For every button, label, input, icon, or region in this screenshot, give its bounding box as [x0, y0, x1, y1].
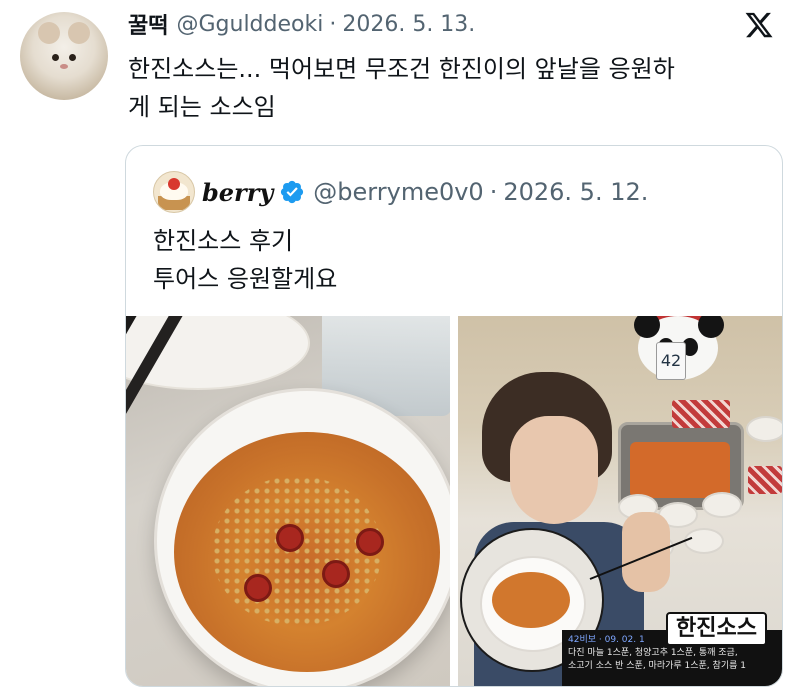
quote-text-line-1: 한진소스 후기 — [153, 227, 294, 255]
avatar-ear-left — [38, 22, 60, 44]
photo-label-hanjin-sauce: 한진소스 — [666, 612, 767, 646]
avatar-eye-left — [52, 54, 59, 61]
quote-author-avatar[interactable] — [153, 171, 195, 213]
photo-sesame-seeds — [212, 476, 382, 626]
avatar-nose — [60, 64, 68, 69]
quote-handle[interactable]: @berryme0v0 — [313, 178, 483, 206]
quote-display-name[interactable]: berry — [202, 178, 273, 207]
panda-ear — [698, 316, 724, 338]
avatar-eye-right — [69, 54, 76, 61]
memo-line-1: 다진 마늘 1스푼, 청양고추 1스푼, 통깨 조금, — [568, 648, 738, 658]
quote-photo-sauce-bowl[interactable] — [126, 316, 450, 686]
quote-text: 한진소스 후기 투어스 응원할게요 — [153, 222, 337, 298]
tweet-text-line-2: 게 되는 소스임 — [128, 93, 276, 121]
photo-side-bowl — [702, 492, 742, 518]
photo-side-bowl — [746, 416, 782, 442]
tweet-date[interactable]: 2026. 5. 13. — [342, 12, 475, 37]
author-handle[interactable]: @Ggulddeoki — [176, 12, 323, 37]
tweet-text-line-1: 한진소스는... 먹어보면 무조건 한진이의 앞날을 응원하 — [128, 55, 675, 83]
photo-number-card: 42 — [656, 342, 686, 380]
author-avatar[interactable] — [20, 12, 108, 100]
quote-header: berry @berryme0v0 · 2026. 5. 12. — [202, 175, 648, 209]
pudding-cherry — [168, 178, 180, 190]
verified-badge-icon — [281, 180, 304, 204]
photo-hotpot-soup — [630, 442, 730, 498]
photo-meat-plate — [748, 466, 782, 494]
photo-chili-slice — [276, 524, 304, 552]
avatar-ear-right — [68, 22, 90, 44]
quote-text-line-2: 투어스 응원할게요 — [153, 265, 338, 293]
photo-chili-slice — [322, 560, 350, 588]
quote-separator: · — [489, 178, 498, 206]
zoom-sauce — [492, 572, 570, 628]
photo-peace-sign-hand — [622, 512, 670, 592]
quoted-tweet-card[interactable]: berry @berryme0v0 · 2026. 5. 12. 한진소스 후기… — [125, 145, 783, 687]
photo-chili-slice — [356, 528, 384, 556]
photo-chili-slice — [244, 574, 272, 602]
tweet-text: 한진소스는... 먹어보면 무조건 한진이의 앞날을 응원하 게 되는 소스임 — [128, 50, 778, 126]
header-separator: · — [329, 11, 337, 37]
photo-meat-plate — [672, 400, 730, 428]
x-logo-icon[interactable] — [744, 10, 774, 40]
photo-person-face — [510, 416, 598, 524]
author-display-name[interactable]: 꿀떡 — [128, 8, 168, 40]
tweet-header: 꿀떡 @Ggulddeoki · 2026. 5. 13. — [128, 8, 475, 40]
quote-photo-selfie[interactable]: 42 42비보 · 09. 02. 1 다진 마늘 1스푼, 청양고추 1스푼,… — [458, 316, 782, 686]
photo-side-bowl — [684, 528, 724, 554]
quote-date[interactable]: 2026. 5. 12. — [503, 178, 648, 206]
memo-line-2: 소고기 소스 반 스푼, 마라가루 1스푼, 참기름 1 — [568, 661, 746, 671]
